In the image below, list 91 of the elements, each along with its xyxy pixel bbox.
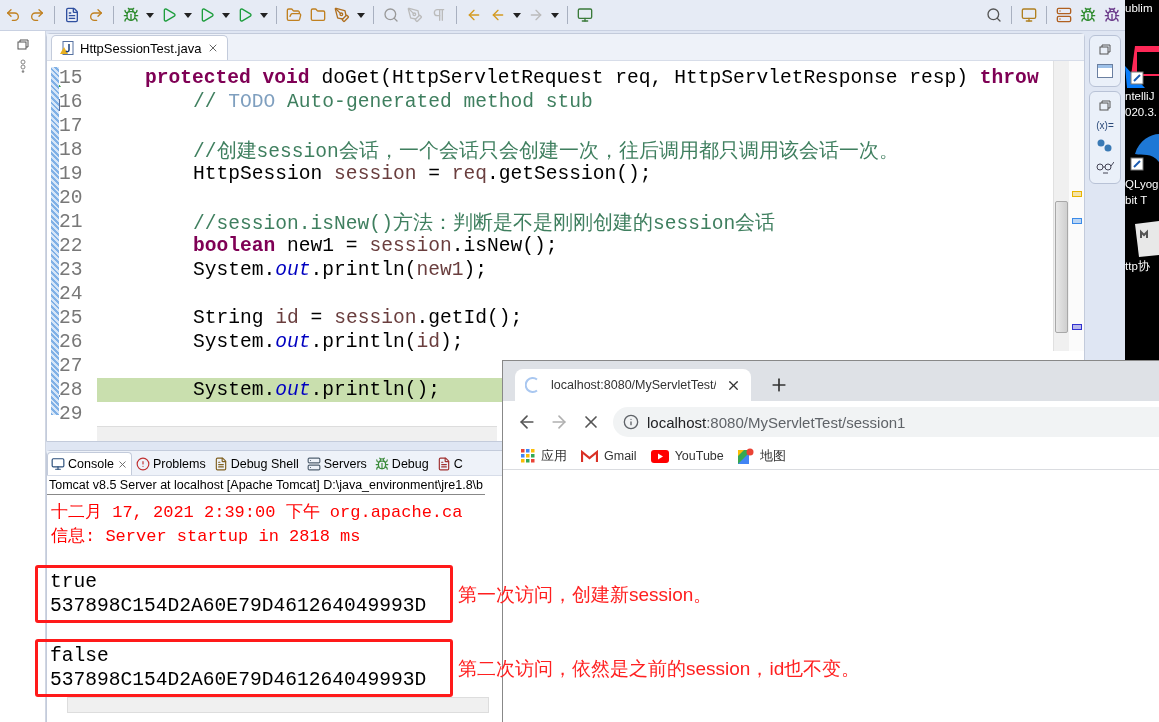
line-number: 28 [59, 379, 84, 401]
dots-icon[interactable] [19, 59, 26, 73]
monitor-icon [51, 457, 65, 471]
caret-icon[interactable] [357, 12, 365, 18]
line-number: 17 [59, 115, 84, 137]
restore-icon[interactable] [16, 39, 29, 51]
document-icon [213, 457, 228, 471]
caret-icon[interactable] [222, 12, 230, 18]
warning-icon [135, 457, 150, 471]
scrollbar[interactable] [1053, 61, 1069, 351]
line-number: 26 [59, 331, 84, 353]
map-icon [737, 448, 754, 464]
code-line: protected void doGet(HttpServletRequest req, HttpServletResponse resp) throw [144, 67, 1039, 89]
scrollbar[interactable] [97, 426, 497, 441]
bug-icon[interactable] [122, 6, 140, 24]
panel-tab[interactable]: Console [47, 452, 132, 475]
desktop-icon-label: ntelliJ [1125, 89, 1156, 104]
server-icon [306, 457, 321, 471]
caret-icon[interactable] [260, 12, 268, 18]
grid-icon [521, 449, 535, 463]
line-number: 20 [59, 187, 84, 209]
console-line: true [50, 570, 99, 594]
caret-icon[interactable] [513, 12, 521, 18]
redo-icon[interactable] [28, 6, 46, 24]
process-label: Tomcat v8.5 Server at localhost [Apache Tomcat] D:\java_environment\jre1.8\b [47, 476, 485, 495]
editor-tab[interactable]: HttpSessionTest.java [51, 35, 229, 60]
line-number: 21 [59, 211, 84, 233]
line-number: 15 [59, 67, 84, 89]
code-line: System.out.println(id); [192, 331, 464, 353]
pen-icon[interactable] [333, 6, 351, 24]
caret-icon[interactable] [146, 12, 154, 18]
desktop-icon-label: ublim [1125, 1, 1154, 16]
line-number: 19 [59, 163, 84, 185]
line-number: 16 [59, 91, 84, 113]
scrollbar[interactable] [67, 697, 489, 713]
code-line: //session.isNew()方法：判断是不是刚刚创建的session会话 [192, 211, 776, 236]
line-number: 29 [59, 403, 84, 425]
bug-icon[interactable] [1079, 6, 1097, 24]
line-number: 24 [59, 283, 84, 305]
code-line: //创建session会话，一个会话只会创建一次，往后调用都只调用该会话一次。 [192, 139, 899, 164]
java-file-icon [60, 41, 74, 55]
desktop-icon-label: bit T [1125, 193, 1149, 208]
glasses-icon[interactable] [1096, 161, 1114, 175]
desktop-icon-label: ttp协 [1125, 259, 1151, 274]
bookmark[interactable]: YouTube [650, 449, 724, 463]
play-icon [650, 449, 669, 463]
console-line: 信息: Server startup in 2818 ms [50, 526, 362, 548]
restore-icon[interactable] [1099, 44, 1111, 56]
mail-icon [581, 449, 598, 463]
caret-icon[interactable] [184, 12, 192, 18]
caret-icon[interactable] [551, 12, 559, 18]
code-line: // TODO Auto-generated method stub [192, 91, 593, 113]
circles-icon[interactable] [1097, 139, 1113, 153]
annotation-text: 第二次访问，依然是之前的session，id也不变。 [458, 657, 861, 681]
line-number: 22 [59, 235, 84, 257]
folder-icon[interactable] [309, 6, 327, 24]
panel-tab[interactable]: Problems [131, 452, 210, 475]
code-line: boolean new1 = session.isNew(); [192, 235, 558, 257]
panel-tab[interactable]: Debug [370, 452, 433, 475]
code-line: System.out.println(); [192, 379, 440, 401]
bug-icon [374, 457, 389, 471]
panel-tab[interactable]: Debug Shell [209, 452, 303, 475]
code-line: System.out.println(new1); [192, 259, 487, 281]
bookmark[interactable]: 地图 [737, 447, 786, 465]
code-line: HttpSession session = req.getSession(); [192, 163, 652, 185]
desktop-icon-label: 020.3. [1125, 105, 1158, 120]
console-line: 十二月 17, 2021 2:39:00 下午 org.apache.ca [50, 502, 464, 524]
app-icon[interactable] [1125, 46, 1159, 88]
info-icon [623, 414, 639, 430]
bookmark[interactable]: 应用 [521, 447, 567, 465]
console-line: 537898C154D2A60E79D461264049993D [50, 594, 428, 618]
folder-icon[interactable] [285, 6, 303, 24]
search-icon[interactable] [985, 6, 1003, 24]
annotation-text: 第一次访问，创建新session。 [458, 583, 713, 607]
restore-icon[interactable] [1099, 100, 1111, 112]
document-icon [436, 457, 451, 471]
line-number: 25 [59, 307, 84, 329]
desktop-icon-label: QLyog [1125, 177, 1159, 192]
line-number: 23 [59, 259, 84, 281]
line-number: 18 [59, 139, 84, 161]
panel-tab[interactable]: Servers [302, 452, 371, 475]
bug-icon[interactable] [1103, 6, 1121, 24]
code-line: String id = session.getId(); [192, 307, 523, 329]
address-field[interactable]: localhost:8080/MyServletTest/session1 [613, 407, 1159, 437]
variables-icon[interactable]: (x)= [1096, 120, 1114, 131]
console-line: 537898C154D2A60E79D461264049993D [50, 668, 428, 692]
undo-icon[interactable] [4, 6, 22, 24]
panel-tab[interactable]: C [432, 452, 467, 475]
bookmark[interactable]: Gmail [581, 449, 637, 463]
console-line: false [50, 644, 110, 668]
line-number: 27 [59, 355, 84, 377]
